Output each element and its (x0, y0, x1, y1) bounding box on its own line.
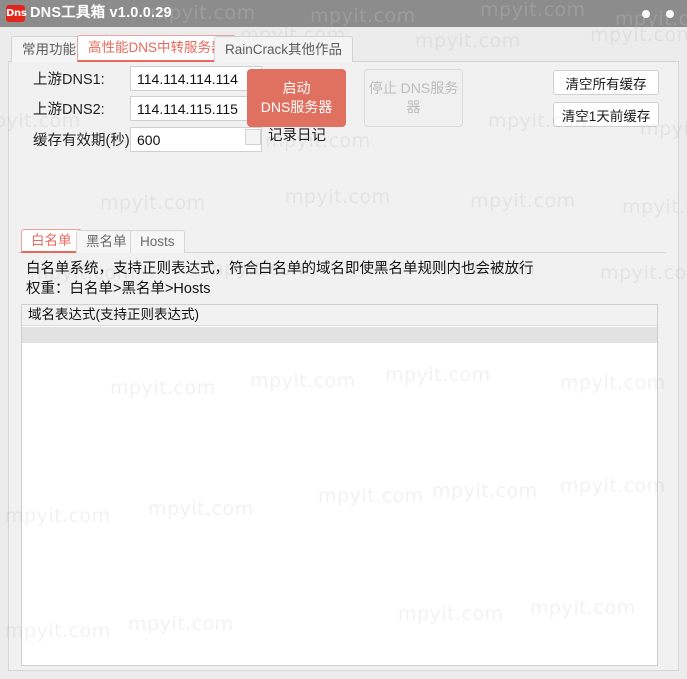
dns1-label: 上游DNS1: (33, 72, 105, 88)
start-button-line2: DNS服务器 (260, 99, 333, 115)
watermark: mpyit.com (480, 0, 586, 21)
tab-raincrack-works[interactable]: RainCrack其他作品 (214, 36, 354, 62)
list-sub-tabs: 白名单 黑名单 Hosts (9, 229, 678, 253)
cache-ttl-label: 缓存有效期(秒) (33, 133, 130, 149)
dns1-input[interactable] (130, 66, 262, 91)
domain-list-column-header: 域名表达式(支持正则表达式) (22, 305, 657, 326)
stop-dns-server-button[interactable]: 停止 DNS服务器 (364, 69, 463, 127)
stop-button-line2: DNS服务器 (400, 80, 459, 115)
domain-list-empty-row[interactable] (22, 327, 657, 343)
dns2-input[interactable] (130, 96, 262, 121)
subtab-hosts[interactable]: Hosts (130, 230, 185, 253)
log-checkbox[interactable]: 记录日记 (245, 127, 326, 146)
whitelist-description: 白名单系统，支持正则表达式，符合白名单的域名即使黑名单规则内也会被放行 权重：白… (26, 259, 534, 299)
subtab-whitelist[interactable]: 白名单 (21, 229, 82, 253)
watermark: mpyit.com (615, 8, 687, 27)
subtab-blacklist[interactable]: 黑名单 (76, 230, 137, 253)
start-button-line1: 启动 (282, 80, 311, 96)
description-line2: 权重：白名单>黑名单>Hosts (26, 281, 211, 297)
tab-dns-relay-server[interactable]: 高性能DNS中转服务器 (77, 35, 236, 62)
tab-common-functions[interactable]: 常用功能 (11, 36, 87, 62)
clear-oneday-cache-button[interactable]: 清空1天前缓存 (553, 102, 659, 127)
clear-all-cache-button[interactable]: 清空所有缓存 (553, 70, 659, 95)
app-logo-icon: Dns (6, 5, 27, 22)
content-panel: 上游DNS1: 上游DNS2: 缓存有效期(秒) 启动 DNS服务器 停止 DN… (8, 61, 679, 671)
description-line1: 白名单系统，支持正则表达式，符合白名单的域名即使黑名单规则内也会被放行 (26, 261, 534, 277)
dns2-label: 上游DNS2: (33, 102, 105, 118)
watermark: mpyit.com (310, 5, 416, 27)
domain-list[interactable]: 域名表达式(支持正则表达式) (21, 304, 658, 666)
cache-ttl-input[interactable] (130, 127, 262, 152)
start-dns-server-button[interactable]: 启动 DNS服务器 (247, 69, 346, 127)
watermark: mpyit.com (150, 2, 256, 24)
main-tabs: 常用功能 高性能DNS中转服务器 RainCrack其他作品 (0, 27, 687, 62)
title-bar: Dns DNS工具箱 v1.0.0.29 mpyit.com mpyit.com… (0, 0, 687, 27)
stop-button-line1: 停止 (368, 80, 397, 96)
log-checkbox-label: 记录日记 (268, 128, 326, 144)
checkbox-box-icon[interactable] (245, 128, 261, 145)
